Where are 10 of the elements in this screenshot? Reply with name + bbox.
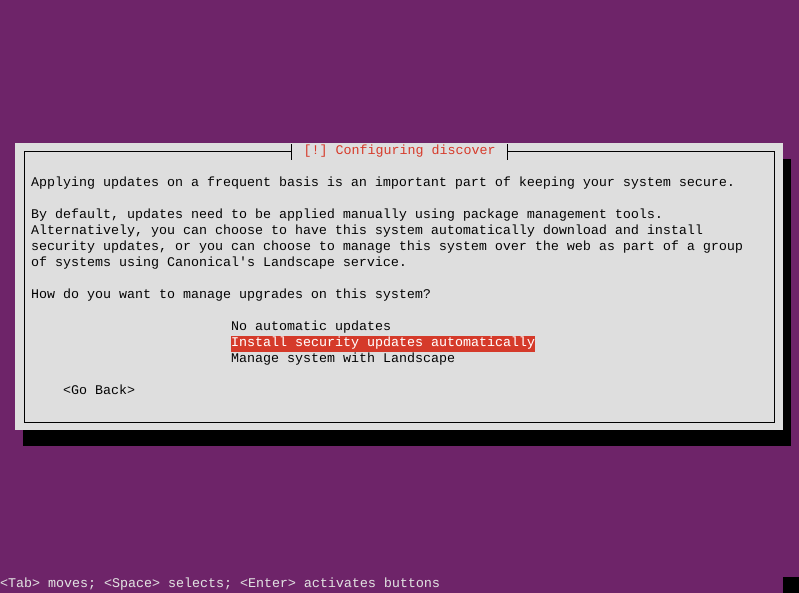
dialog-title: [!] Configuring discover (290, 144, 508, 160)
paragraph: How do you want to manage upgrades on this system? (31, 288, 432, 304)
option-item[interactable]: Manage system with Landscape (231, 352, 455, 368)
cursor-block-icon (783, 577, 799, 593)
paragraph: Applying updates on a frequent basis is an important part of keeping your system secure. (31, 176, 736, 192)
go-back-button[interactable]: <Go Back> (63, 384, 135, 400)
paragraph: By default, updates need to be applied manually using package management tools. Alternatively, you can choose to have this system automatically download and install security updates, or you can choose to manage this system over the web as part of a group of systems using Canonical's Landscape service. (31, 208, 744, 272)
option-item[interactable]: Install security updates automatically (231, 336, 535, 352)
status-bar-text: <Tab> moves; <Space> selects; <Enter> activates buttons (0, 577, 440, 593)
option-item[interactable]: No automatic updates (231, 320, 391, 336)
